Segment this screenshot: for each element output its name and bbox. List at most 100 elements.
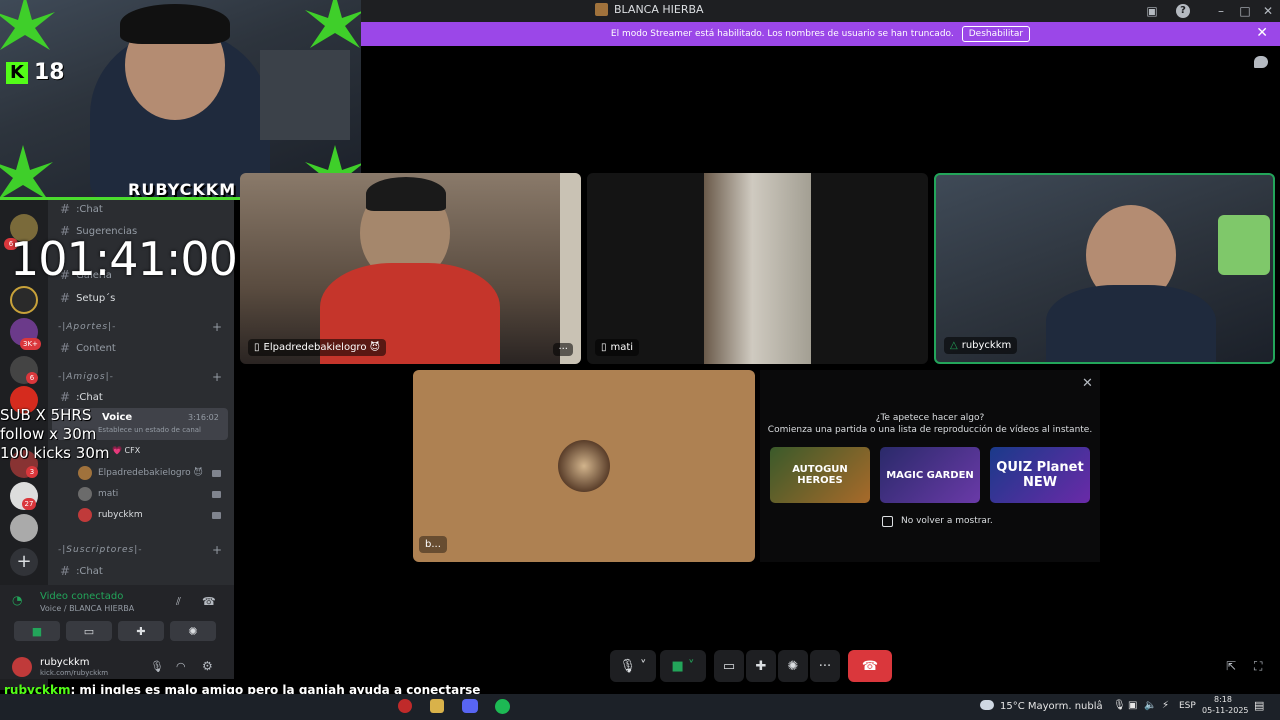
category-amigos[interactable]: -|Amigos|-	[58, 372, 114, 382]
activities-button[interactable]: ✚	[118, 621, 164, 641]
disable-streamer-button[interactable]: Deshabilitar	[961, 26, 1031, 42]
clock-date[interactable]: 05-11-2025	[1202, 706, 1249, 715]
leaf-decoration	[305, 0, 361, 48]
inbox-icon[interactable]: ▣	[1145, 4, 1159, 18]
more-options-icon[interactable]: ···	[553, 343, 573, 356]
close-icon[interactable]: ✕	[1256, 25, 1268, 41]
screen-share-button[interactable]: ▭	[66, 621, 112, 641]
add-channel-icon[interactable]: +	[212, 370, 222, 384]
close-window-button[interactable]: ✕	[1261, 4, 1275, 18]
more-options-button[interactable]: ···	[810, 650, 840, 682]
category-aportes[interactable]: -|Aportes|-	[58, 322, 116, 332]
voice-user[interactable]: Elpadredebakielogro 😈	[78, 466, 203, 480]
video-tile-speaking[interactable]: △ rubyckkm	[934, 173, 1275, 364]
tray-app-icon[interactable]: ▣	[1128, 700, 1137, 711]
wall-background	[560, 173, 581, 364]
chat-icon[interactable]	[1254, 56, 1268, 68]
app-icon[interactable]	[398, 699, 412, 713]
add-channel-icon[interactable]: +	[212, 543, 222, 557]
close-icon[interactable]: ✕	[1082, 376, 1093, 391]
microphone-tray-icon[interactable]: 🎙	[1113, 700, 1126, 711]
hang-up-button[interactable]: ☎	[848, 650, 892, 682]
avatar	[78, 466, 92, 480]
microphone-icon[interactable]: 🎙	[150, 660, 164, 673]
add-channel-icon[interactable]: +	[212, 320, 222, 334]
participant-body	[1046, 285, 1216, 362]
overlay-widget	[1218, 215, 1270, 275]
notifications-icon[interactable]: ▤	[1254, 699, 1264, 712]
warning-icon: △	[950, 340, 958, 351]
microphone-button[interactable]: 🎙 ˅	[610, 650, 656, 682]
hash-icon: #	[60, 291, 71, 305]
webcam-background	[260, 50, 350, 140]
channel-sub-chat[interactable]: # :Chat	[60, 564, 103, 578]
server-icon[interactable]	[10, 514, 38, 542]
soundboard-button[interactable]: ✺	[778, 650, 808, 682]
noise-suppression-icon[interactable]: ⫽	[176, 595, 181, 609]
call-controls: 🎙 ˅ ■ ˅ ▭ ✚ ✺ ··· ☎	[610, 650, 895, 684]
avatar[interactable]	[12, 657, 32, 677]
weather-text[interactable]: 15°C Mayorm. nubla	[1000, 701, 1103, 712]
cfx-tag: 💗 CFX	[112, 446, 141, 455]
leaf-decoration	[0, 0, 55, 50]
username: rubyckkm	[40, 657, 90, 668]
channel-status[interactable]: Establece un estado de canal	[98, 426, 201, 434]
cloud-icon	[980, 700, 994, 710]
camera-button[interactable]: ■ ˅	[660, 650, 706, 682]
voice-status: Video conectado	[40, 591, 124, 602]
fullscreen-icon[interactable]: ⛶	[1254, 659, 1262, 674]
game-card-quiz-planet[interactable]: QUIZ Planet NEW	[990, 447, 1090, 503]
language-indicator[interactable]: ESP	[1179, 701, 1196, 711]
voice-user[interactable]: rubyckkm	[78, 508, 143, 522]
video-tile[interactable]: ▯ mati	[587, 173, 928, 364]
voice-location[interactable]: Voice / BLANCA HIERBA	[40, 604, 134, 613]
minimize-button[interactable]: –	[1214, 4, 1228, 18]
notification-badge: 3	[26, 466, 38, 478]
folder-icon[interactable]	[430, 699, 444, 713]
avatar	[558, 440, 610, 492]
camera-toggle-button[interactable]: ■	[14, 621, 60, 641]
volume-icon[interactable]: 🔈	[1144, 700, 1156, 711]
video-tile[interactable]: ▯ Elpadredebakielogro 😈 ···	[240, 173, 581, 364]
spotify-icon[interactable]	[495, 699, 510, 714]
help-icon[interactable]: ?	[1176, 4, 1190, 18]
gear-icon[interactable]: ⚙	[202, 659, 213, 673]
activity-title: ¿Te apetece hacer algo?	[875, 413, 985, 423]
streamer-webcam-overlay: K 18 RUBYCKKM	[0, 0, 361, 200]
hash-icon: #	[60, 390, 71, 404]
network-icon[interactable]: ⚡	[1162, 700, 1169, 711]
user-panel: rubyckkm kick.com/rubyckkm 🎙 ◠ ⚙	[0, 655, 234, 679]
channel-amigos-chat[interactable]: # :Chat	[60, 390, 103, 404]
camera-icon	[212, 491, 221, 498]
server-icon[interactable]	[10, 286, 38, 314]
game-card-autogun[interactable]: AUTOGUN HEROES	[770, 447, 870, 503]
camera-icon	[212, 512, 221, 519]
hash-icon: #	[60, 564, 71, 578]
screen-share-button[interactable]: ▭	[714, 650, 744, 682]
channel-content[interactable]: # Content	[60, 341, 116, 355]
headphones-icon[interactable]: ◠	[176, 660, 186, 673]
clock-time[interactable]: 8:18	[1214, 695, 1232, 704]
category-suscriptores[interactable]: -|Suscriptores|-	[58, 545, 143, 555]
game-card-magic-garden[interactable]: MAGIC GARDEN	[880, 447, 980, 503]
maximize-button[interactable]: □	[1238, 4, 1252, 18]
video-tile-no-camera[interactable]: b...	[413, 370, 755, 562]
tile-label: △ rubyckkm	[944, 337, 1018, 354]
popout-icon[interactable]: ⇱	[1226, 659, 1236, 673]
signal-icon[interactable]: ◔	[12, 593, 28, 609]
add-server-icon[interactable]: +	[10, 548, 38, 576]
activity-suggestion-panel: ✕ ¿Te apetece hacer algo? Comienza una p…	[760, 370, 1100, 562]
disconnect-icon[interactable]: ☎	[202, 595, 216, 608]
avatar	[78, 508, 92, 522]
voice-user[interactable]: mati	[78, 487, 118, 501]
soundboard-button[interactable]: ✺	[170, 621, 216, 641]
window-title: BLANCA HIERBA	[595, 3, 704, 16]
activities-button[interactable]: ✚	[746, 650, 776, 682]
voice-channel-name: Voice	[102, 412, 133, 423]
channel-chat[interactable]: # :Chat	[60, 202, 103, 216]
chevron-up-icon[interactable]: ˄	[1097, 700, 1102, 711]
discord-icon[interactable]	[462, 699, 478, 713]
channel-setups[interactable]: # Setup´s	[60, 291, 115, 305]
hash-icon: #	[60, 341, 71, 355]
dont-show-checkbox[interactable]	[882, 516, 893, 527]
